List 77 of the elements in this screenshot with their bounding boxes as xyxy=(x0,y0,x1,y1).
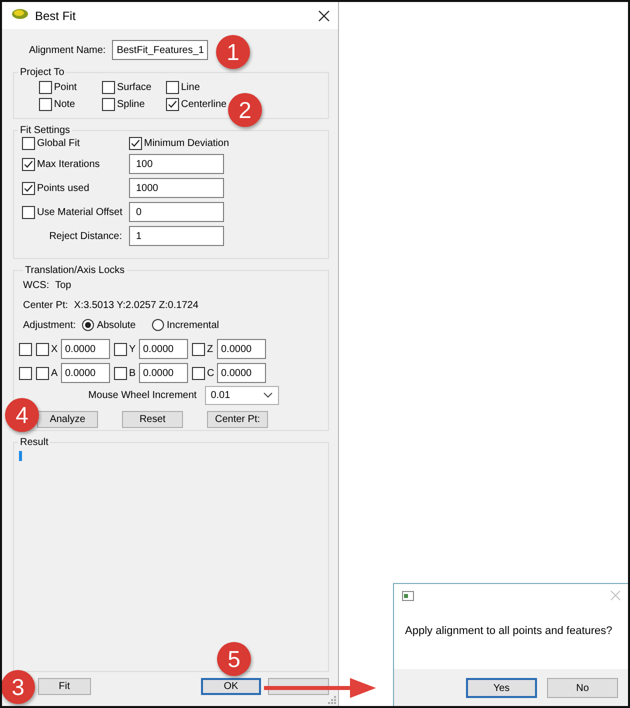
checkbox-label: Global Fit xyxy=(37,138,80,149)
group-title: Project To xyxy=(19,67,66,78)
checkbox[interactable] xyxy=(22,182,35,194)
checkbox-label: X xyxy=(51,344,58,354)
checkbox[interactable] xyxy=(36,342,49,356)
group-title: Translation/Axis Locks xyxy=(24,265,126,276)
checkbox-label: Use Material Offset xyxy=(37,206,122,218)
button[interactable]: Reset xyxy=(122,411,183,428)
field-value: X:3.5013 Y:2.0257 Z:0.1724 xyxy=(74,300,198,311)
button[interactable]: OK xyxy=(200,678,262,695)
group-title: Fit Settings xyxy=(19,125,72,136)
checkbox-label: Surface xyxy=(117,82,152,93)
field-label: Adjustment: xyxy=(23,320,76,330)
checkbox[interactable] xyxy=(192,342,205,356)
resize-grip-icon xyxy=(328,696,336,704)
input-field[interactable]: 100 xyxy=(129,154,224,174)
checkbox[interactable] xyxy=(39,98,52,111)
checkbox[interactable] xyxy=(19,366,32,380)
checkbox-label: Point xyxy=(54,82,77,93)
checkbox[interactable] xyxy=(22,158,35,170)
checkbox-label: A xyxy=(51,368,58,378)
checkbox[interactable] xyxy=(22,137,35,150)
button[interactable]: Analyze xyxy=(37,411,98,428)
checkbox-label: Spline xyxy=(117,99,145,110)
checkbox-label: Minimum Deviation xyxy=(144,138,230,149)
close-icon[interactable] xyxy=(316,8,332,24)
field-label: Mouse Wheel Increment xyxy=(88,390,197,401)
checkbox-label: Centerline xyxy=(181,99,227,110)
text-cursor xyxy=(19,451,22,461)
radio-label: Incremental xyxy=(166,320,219,330)
input-field[interactable]: 0.0000 xyxy=(61,363,110,383)
checkbox-label: Note xyxy=(54,99,76,110)
checkbox[interactable] xyxy=(19,342,32,356)
field-value: Top xyxy=(55,280,72,291)
input-field[interactable]: 0.0000 xyxy=(217,339,266,359)
button[interactable]: Center Pt: xyxy=(207,411,268,428)
radio-button[interactable] xyxy=(82,319,94,331)
dropdown[interactable]: 0.01 xyxy=(204,386,279,405)
checkbox[interactable] xyxy=(166,98,179,111)
field-label: Reject Distance: xyxy=(49,230,123,242)
checkbox[interactable] xyxy=(114,366,127,380)
message-text: Apply alignment to all points and features? xyxy=(404,624,614,639)
input-field[interactable]: 0.0000 xyxy=(217,363,266,383)
checkbox-label: Max Iterations xyxy=(37,158,100,170)
input-field[interactable]: 1 xyxy=(129,226,224,246)
checkbox-label: Z xyxy=(207,344,214,354)
checkbox[interactable] xyxy=(39,81,52,94)
input-field[interactable]: BestFit_Features_1 xyxy=(112,40,208,60)
radio-label: Absolute xyxy=(96,320,136,330)
checkbox[interactable] xyxy=(36,366,49,380)
input-field[interactable]: 0.0000 xyxy=(139,363,188,383)
checkbox[interactable] xyxy=(129,137,142,150)
button[interactable]: Yes xyxy=(466,678,537,698)
checkbox[interactable] xyxy=(22,206,35,218)
checkbox[interactable] xyxy=(114,342,127,356)
input-field[interactable]: 0.0000 xyxy=(139,339,188,359)
checkbox[interactable] xyxy=(166,81,179,94)
checkbox-label: Points used xyxy=(37,182,90,194)
radio-button[interactable] xyxy=(152,319,164,331)
input-field[interactable]: 0.0000 xyxy=(61,339,110,359)
input-field[interactable]: 1000 xyxy=(129,178,224,198)
checkbox[interactable] xyxy=(102,81,115,94)
group-title: Result xyxy=(19,437,50,448)
field-label: Alignment Name: xyxy=(29,44,106,56)
window-icon xyxy=(402,590,414,604)
checkbox-label: Line xyxy=(181,82,200,93)
checkbox-label: C xyxy=(207,368,214,378)
field-label: WCS: xyxy=(23,280,50,291)
checkbox[interactable] xyxy=(192,366,205,380)
input-field[interactable]: 0 xyxy=(129,202,224,222)
field-label: Center Pt: xyxy=(23,300,68,311)
window-title: Best Fit xyxy=(35,8,77,22)
checkbox-label: B xyxy=(129,368,136,378)
checkbox-label: Y xyxy=(129,344,136,354)
button[interactable]: Fit xyxy=(38,678,91,695)
button[interactable]: No xyxy=(547,678,618,698)
checkbox[interactable] xyxy=(102,98,115,111)
